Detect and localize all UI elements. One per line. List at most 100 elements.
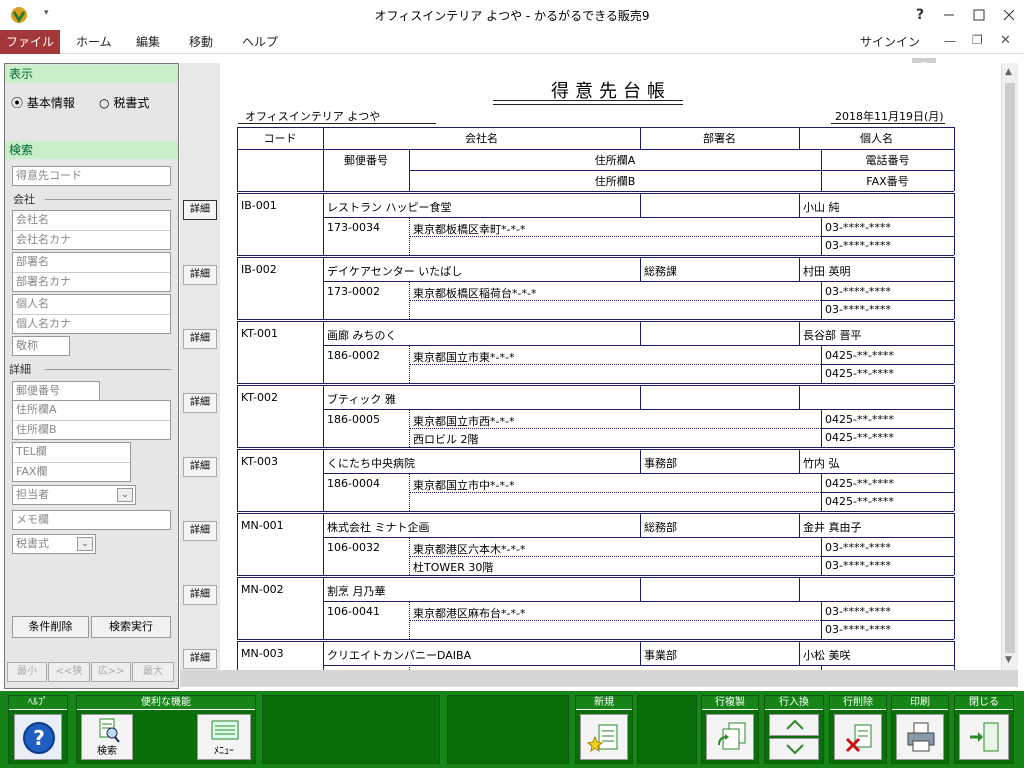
detail-button[interactable]: 詳細 <box>183 649 217 669</box>
menu-footer-button[interactable]: ﾒﾆｭｰ <box>197 714 251 760</box>
row-copy-button[interactable] <box>706 714 754 760</box>
run-search-button[interactable]: 検索実行 <box>91 616 171 638</box>
row-bottom-line <box>237 255 954 256</box>
row-copy-group: 行複製 <box>701 695 759 764</box>
tax-format-select[interactable]: 税書式 ⌄ <box>12 534 96 554</box>
chevron-down-icon[interactable]: ⌄ <box>117 488 133 502</box>
company-name-field[interactable]: 会社名 <box>13 211 170 230</box>
scroll-down-icon[interactable]: ▼ <box>1005 655 1012 665</box>
display-section-header: 表示 <box>5 65 178 83</box>
honorific-field[interactable]: 敬称 <box>12 336 70 356</box>
postal-field[interactable]: 郵便番号 <box>12 381 100 401</box>
row-mid-line <box>323 281 954 282</box>
detail-button-column <box>180 63 220 670</box>
ribbon-close-icon[interactable]: ✕ <box>1000 33 1011 48</box>
print-group: 印刷 <box>891 695 949 764</box>
ribbon-minimize-icon[interactable]: — <box>944 34 956 48</box>
row-delete-button[interactable] <box>834 714 882 760</box>
tab-move[interactable]: 移動 <box>177 30 225 54</box>
radio-unchecked-icon: ○ <box>99 96 110 110</box>
detail-button[interactable]: 詳細 <box>183 265 217 285</box>
person-name-field[interactable]: 個人名 <box>13 295 170 314</box>
header-postal: 郵便番号 <box>344 154 388 167</box>
cell-address-a: 東京都港区麻布台*-*-* <box>413 607 526 620</box>
row-person-line <box>799 385 800 409</box>
print-button[interactable] <box>896 714 944 760</box>
dept-name-field[interactable]: 部署名 <box>13 253 170 272</box>
row-bottom-line <box>237 383 954 384</box>
tab-help[interactable]: ヘルプ <box>230 30 290 54</box>
scroll-up-icon[interactable]: ▲ <box>1005 67 1012 77</box>
row-left-line <box>237 449 238 511</box>
cell-address-a: 東京都板橋区稲荷台*-*-* <box>413 287 537 300</box>
signin-link[interactable]: サインイン <box>848 30 932 54</box>
cell-dept: 事業部 <box>644 649 677 662</box>
radio-basic-info[interactable]: ⦿ 基本情報 <box>11 94 75 111</box>
address-a-field[interactable]: 住所欄A <box>13 401 170 420</box>
radio-tax-format[interactable]: ○ 税書式 <box>99 94 149 111</box>
minimize-icon[interactable] <box>934 4 964 26</box>
vertical-scrollbar[interactable]: ▲ ▼ <box>1001 63 1018 670</box>
tab-edit[interactable]: 編集 <box>124 30 172 54</box>
detail-button[interactable]: 詳細 <box>183 585 217 605</box>
maximize-icon[interactable] <box>964 4 994 26</box>
cell-company: 株式会社 ミナト企画 <box>327 521 430 534</box>
tab-file[interactable]: ファイル <box>0 30 60 54</box>
row-right-line <box>954 385 955 447</box>
detail-button[interactable]: 詳細 <box>183 200 217 220</box>
nav-min-button[interactable]: 最小 <box>7 662 47 682</box>
row-down-button[interactable] <box>769 738 819 760</box>
detail-button[interactable]: 詳細 <box>183 329 217 349</box>
ribbon-restore-icon[interactable]: ❐ <box>972 33 983 47</box>
cell-address-a: 東京都国立市西*-*-* <box>413 415 515 428</box>
printer-icon <box>907 722 935 752</box>
person-kana-field[interactable]: 個人名カナ <box>13 314 170 333</box>
dept-kana-field[interactable]: 部署名カナ <box>13 272 170 291</box>
row-dept-line <box>640 321 641 345</box>
nav-max-button[interactable]: 最大 <box>132 662 174 682</box>
close-button[interactable] <box>959 714 1009 760</box>
customer-code-field[interactable]: 得意先コード <box>12 166 171 186</box>
fax-field[interactable]: FAX欄 <box>13 462 130 481</box>
nav-wide-button[interactable]: 広>> <box>91 662 131 682</box>
row-bottom-line <box>237 319 954 320</box>
company-kana-field[interactable]: 会社名カナ <box>13 230 170 249</box>
cell-postal: 186-0002 <box>327 349 380 362</box>
close-window-icon[interactable] <box>994 4 1024 26</box>
row-mid-line <box>323 601 954 602</box>
detail-button[interactable]: 詳細 <box>183 393 217 413</box>
detail-button[interactable]: 詳細 <box>183 457 217 477</box>
tel-field[interactable]: TEL欄 <box>13 443 130 462</box>
detail-button[interactable]: 詳細 <box>183 521 217 541</box>
cell-address-b: 杜TOWER 30階 <box>413 561 494 574</box>
cell-fax: 03-****-**** <box>825 559 891 572</box>
nav-narrow-button[interactable]: <<狭 <box>48 662 90 682</box>
search-footer-button[interactable]: 検索 <box>81 714 133 760</box>
help-button[interactable]: ? <box>905 4 935 26</box>
new-group-label: 新規 <box>576 696 632 710</box>
menu-footer-label: ﾒﾆｭｰ <box>214 746 234 757</box>
staff-select[interactable]: 担当者 ⌄ <box>12 485 136 505</box>
cell-person: 金井 真由子 <box>803 521 862 534</box>
tab-home[interactable]: ホーム <box>64 30 124 54</box>
scroll-thumb[interactable] <box>1005 83 1015 653</box>
row-phone-divider <box>821 236 954 237</box>
cell-dept: 総務部 <box>644 521 677 534</box>
cell-phone: 03-****-**** <box>825 285 891 298</box>
row-bottom-line <box>237 511 954 512</box>
row-code-line <box>323 385 324 447</box>
clear-conditions-button[interactable]: 条件削除 <box>12 616 89 638</box>
row-left-line <box>237 513 238 575</box>
header-address-b: 住所欄B <box>594 175 636 188</box>
row-top-line <box>237 385 954 386</box>
help-footer-button[interactable]: ? <box>14 714 62 760</box>
cell-address-a: 東京都港区六本木*-*-* <box>413 543 526 556</box>
chevron-down-icon[interactable]: ⌄ <box>77 537 93 551</box>
memo-field[interactable]: メモ欄 <box>12 510 171 530</box>
address-b-field[interactable]: 住所欄B <box>13 420 170 439</box>
horizontal-scrollbar[interactable] <box>180 670 1018 687</box>
cell-postal: 173-0034 <box>327 221 380 234</box>
row-up-button[interactable] <box>769 714 819 736</box>
row-top-line <box>237 193 954 194</box>
new-record-button[interactable] <box>580 714 628 760</box>
